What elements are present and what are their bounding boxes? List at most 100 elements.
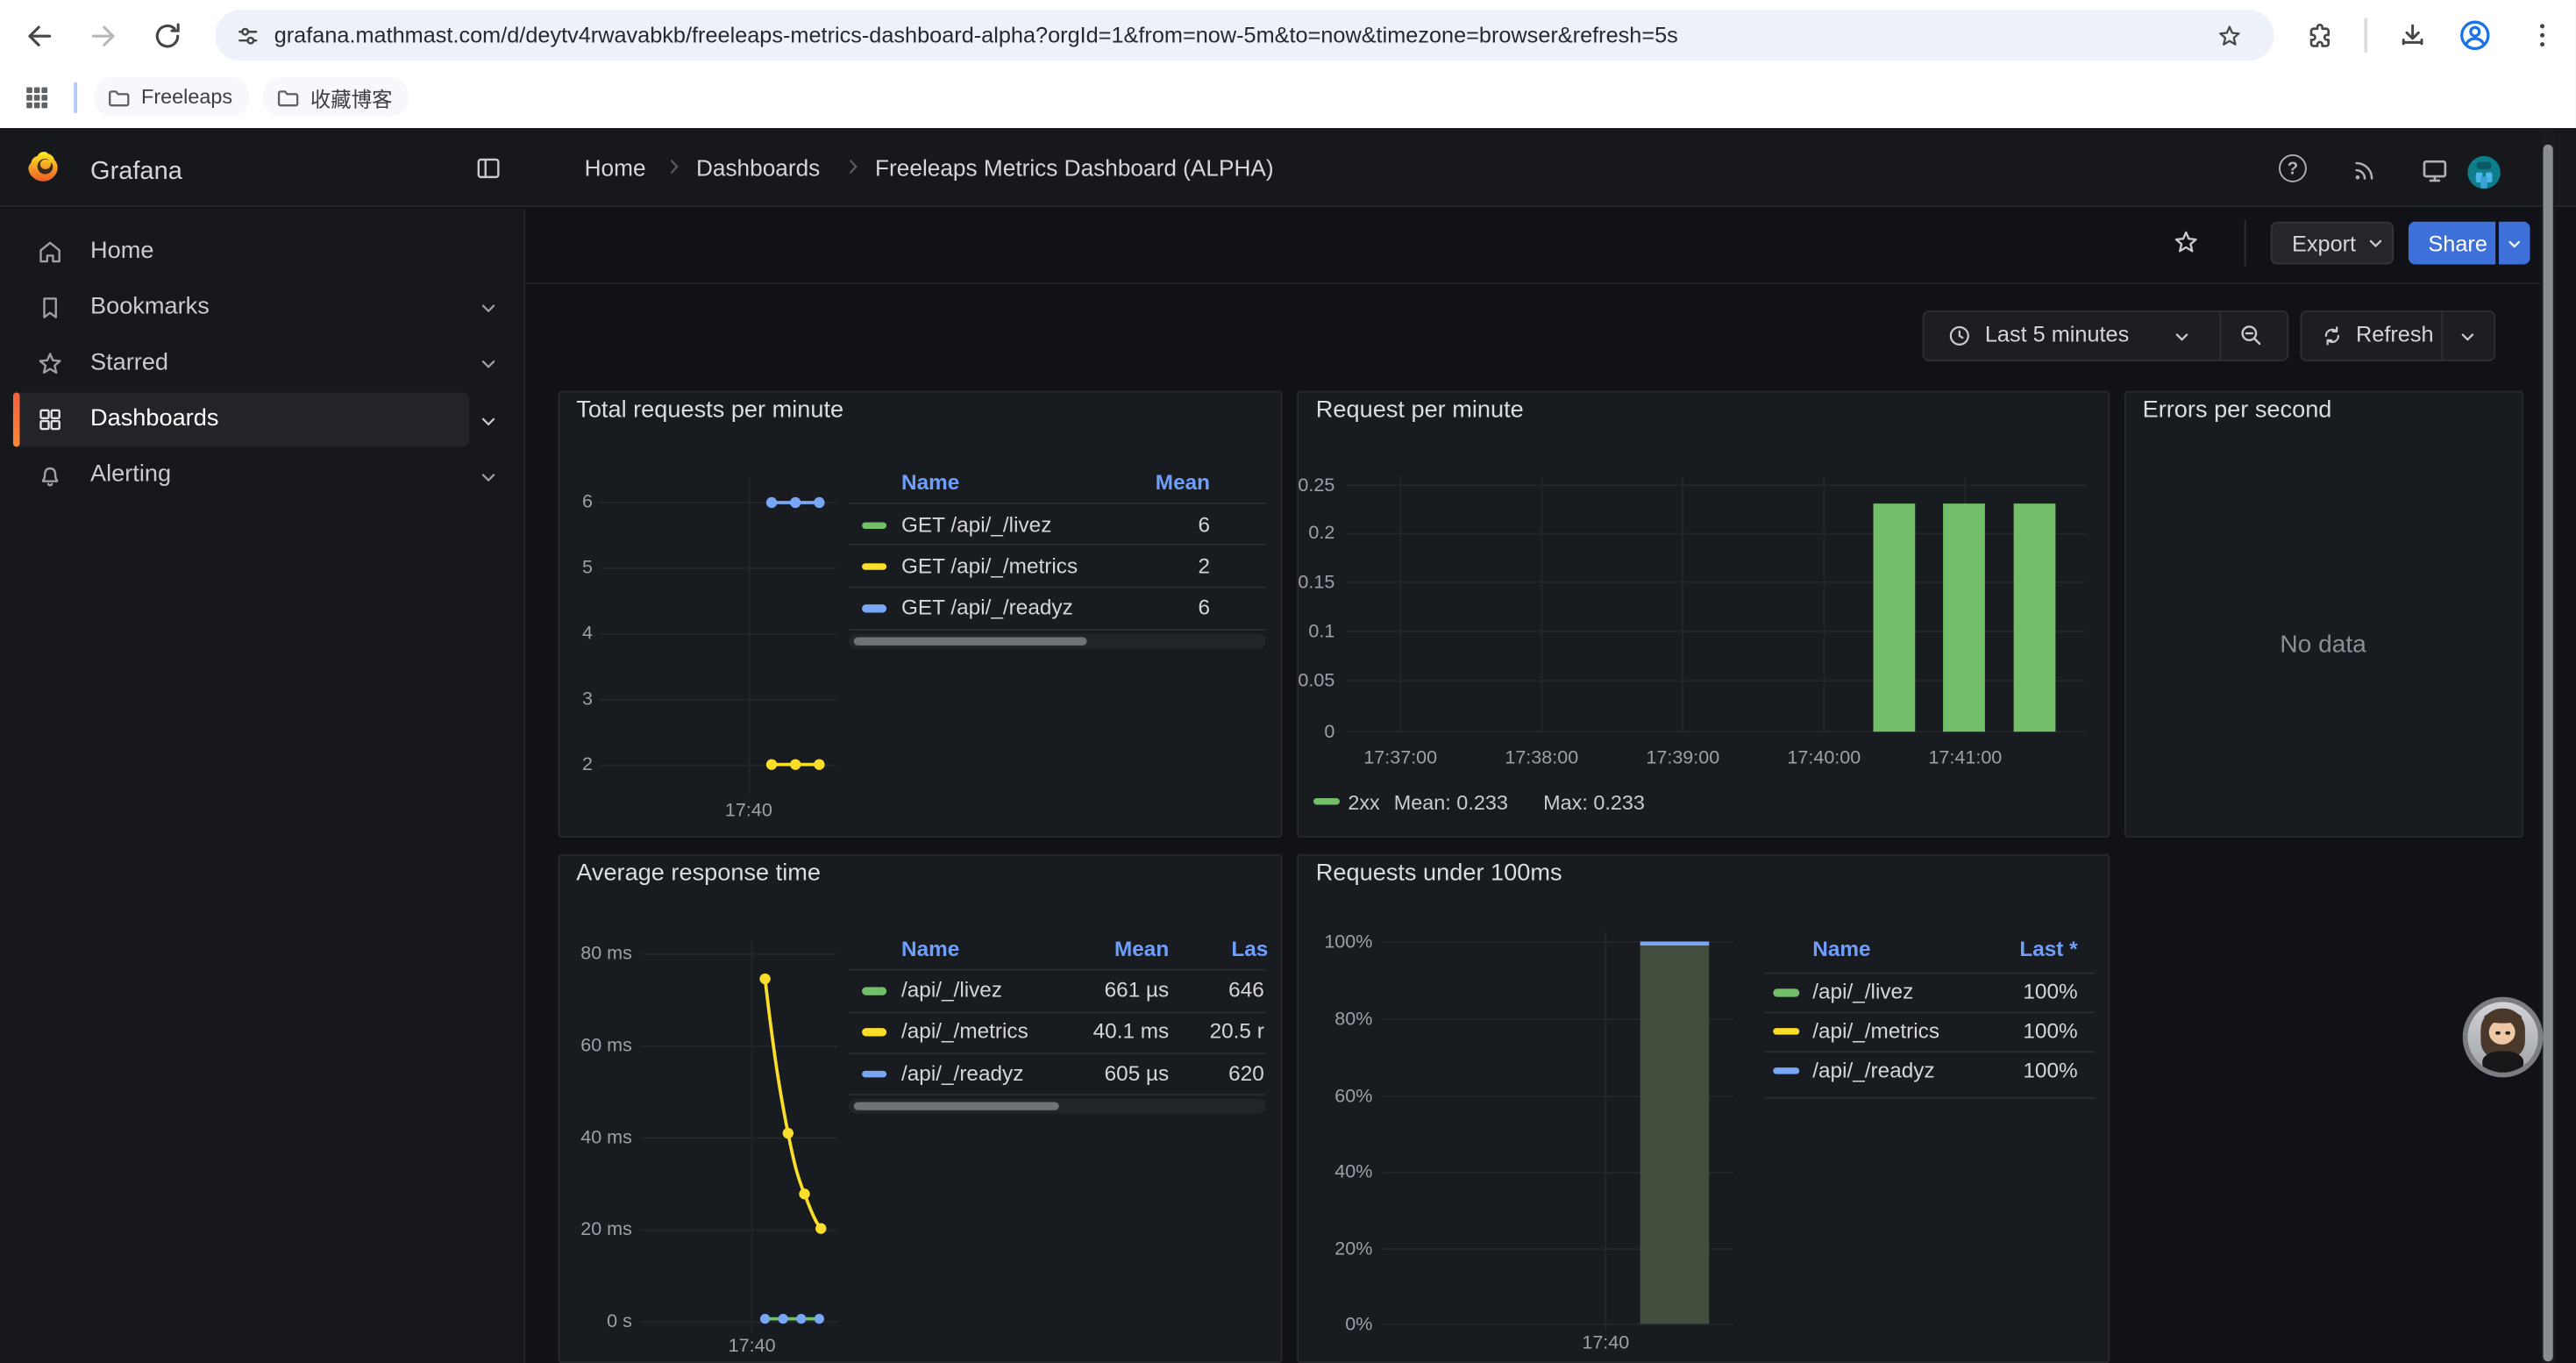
y-tick: 3 bbox=[534, 689, 593, 711]
refresh-label[interactable]: Refresh bbox=[2356, 322, 2434, 348]
y-tick: 5 bbox=[534, 557, 593, 580]
legend-series-name[interactable]: 2xx bbox=[1348, 789, 1379, 816]
panel-request-per-minute[interactable] bbox=[1297, 391, 2109, 838]
bookmark-star-icon[interactable] bbox=[2217, 22, 2243, 48]
legend-table-header-last[interactable]: Las bbox=[1231, 935, 1268, 961]
breadcrumb-current: Freeleaps Metrics Dashboard (ALPHA) bbox=[875, 153, 1274, 182]
downloads-icon[interactable] bbox=[2397, 19, 2429, 51]
x-tick: 17:40:00 bbox=[1767, 747, 1882, 770]
grafana-logo-icon[interactable] bbox=[26, 148, 62, 184]
chevron-down-icon[interactable] bbox=[478, 466, 499, 487]
series-mean: 2 bbox=[1063, 553, 1211, 579]
series-color-pill bbox=[861, 987, 886, 995]
sidebar-item-label: Alerting bbox=[90, 460, 171, 489]
sidebar-collapse-icon[interactable] bbox=[474, 153, 502, 182]
site-settings-tune-icon[interactable] bbox=[235, 22, 261, 48]
bookmark-folder-blogs[interactable]: 收藏博客 bbox=[263, 77, 409, 117]
y-tick: 40 ms bbox=[534, 1127, 632, 1150]
x-tick: 17:40 bbox=[1564, 1332, 1647, 1355]
apps-grid-icon[interactable] bbox=[23, 83, 51, 111]
legend-table-header-name[interactable]: Name bbox=[1812, 936, 1870, 962]
series-last: 620 bbox=[1116, 1060, 1264, 1087]
user-avatar[interactable] bbox=[2467, 156, 2500, 189]
browser-back-icon[interactable] bbox=[23, 19, 55, 52]
y-tick: 40% bbox=[1291, 1161, 1373, 1184]
legend-table-header-last[interactable]: Last * bbox=[1963, 936, 2078, 962]
assistant-avatar[interactable] bbox=[2466, 1001, 2537, 1072]
series-name[interactable]: /api/_/readyz bbox=[1812, 1057, 1934, 1083]
browser-forward-icon[interactable] bbox=[87, 19, 119, 52]
share-menu-button[interactable] bbox=[2498, 222, 2530, 265]
refresh-interval-chevron-icon[interactable] bbox=[2458, 327, 2477, 346]
subtoolbar-divider bbox=[524, 282, 2541, 283]
series-name[interactable]: GET /api/_/livez bbox=[901, 511, 1051, 538]
extensions-puzzle-icon[interactable] bbox=[2305, 20, 2335, 50]
series-name[interactable]: /api/_/metrics bbox=[1812, 1017, 1939, 1044]
series-name[interactable]: /api/_/livez bbox=[901, 977, 1002, 1003]
chevron-down-icon bbox=[2366, 233, 2385, 253]
share-button[interactable]: Share bbox=[2409, 222, 2495, 265]
y-tick: 100% bbox=[1291, 931, 1373, 953]
series-color-pill bbox=[861, 604, 886, 612]
series-name[interactable]: GET /api/_/metrics bbox=[901, 553, 1078, 579]
legend-scrollbar[interactable] bbox=[849, 633, 1265, 649]
monitor-icon[interactable] bbox=[2420, 156, 2450, 186]
refresh-icon[interactable] bbox=[2320, 323, 2345, 347]
favorite-star-icon[interactable] bbox=[2172, 228, 2200, 256]
breadcrumb-home[interactable]: Home bbox=[585, 153, 646, 182]
active-item-indicator bbox=[13, 392, 19, 446]
y-tick: 0% bbox=[1291, 1313, 1373, 1336]
browser-profile-avatar[interactable] bbox=[2458, 18, 2492, 53]
panel-requests-under-100ms[interactable] bbox=[1297, 854, 2109, 1363]
series-name[interactable]: /api/_/livez bbox=[1812, 979, 1913, 1005]
legend-scrollbar[interactable] bbox=[849, 1098, 1265, 1114]
bookmark-folder-freeleaps[interactable]: Freeleaps bbox=[94, 77, 249, 117]
legend-table-header-mean[interactable]: Mean bbox=[1021, 935, 1170, 961]
y-tick: 0.25 bbox=[1253, 474, 1335, 496]
panel-title[interactable]: Errors per second bbox=[2143, 396, 2332, 425]
panel-title[interactable]: Request per minute bbox=[1316, 396, 1524, 425]
avatar-face bbox=[2489, 1019, 2516, 1044]
panel-title[interactable]: Total requests per minute bbox=[576, 396, 843, 425]
toolbar-divider bbox=[2245, 220, 2246, 266]
browser-menu-kebab-icon[interactable] bbox=[2527, 19, 2558, 51]
url-text[interactable]: grafana.mathmast.com/d/deytv4rwavabkb/fr… bbox=[274, 12, 1678, 57]
zoom-out-icon[interactable] bbox=[2238, 322, 2264, 348]
series-name[interactable]: /api/_/readyz bbox=[901, 1060, 1023, 1087]
legend-table-header-name[interactable]: Name bbox=[901, 935, 959, 961]
grafana-header: Grafana Home Dashboards Freeleaps Metric… bbox=[0, 127, 2576, 206]
chevron-down-icon[interactable] bbox=[478, 297, 499, 318]
help-icon[interactable]: ? bbox=[2279, 154, 2307, 182]
panel-errors-per-second[interactable] bbox=[2124, 391, 2523, 838]
panel-title[interactable]: Average response time bbox=[576, 859, 821, 888]
series-last: 100% bbox=[1963, 1017, 2078, 1044]
no-data-message: No data bbox=[2224, 632, 2422, 658]
avatar-bangs bbox=[2483, 1011, 2521, 1023]
grafana-brand[interactable]: Grafana bbox=[90, 155, 182, 187]
time-range-label[interactable]: Last 5 minutes bbox=[1985, 322, 2129, 348]
legend-table-header-mean[interactable]: Mean bbox=[1063, 470, 1211, 496]
news-rss-icon[interactable] bbox=[2351, 157, 2377, 183]
series-name[interactable]: GET /api/_/readyz bbox=[901, 595, 1073, 621]
y-tick: 6 bbox=[534, 491, 593, 514]
y-tick: 0.2 bbox=[1253, 522, 1335, 545]
browser-reload-icon[interactable] bbox=[151, 19, 183, 52]
legend-table-header-name[interactable]: Name bbox=[901, 470, 959, 496]
scrollbar-thumb[interactable] bbox=[2544, 144, 2552, 1361]
page-scrollbar[interactable] bbox=[2542, 127, 2555, 1363]
y-tick: 20% bbox=[1291, 1238, 1373, 1260]
chevron-down-icon[interactable] bbox=[478, 410, 499, 431]
group-divider bbox=[2220, 311, 2222, 359]
series-color-pill bbox=[861, 522, 886, 530]
chevron-down-icon[interactable] bbox=[478, 353, 499, 375]
export-button[interactable]: Export bbox=[2271, 222, 2394, 265]
panel-title[interactable]: Requests under 100ms bbox=[1316, 859, 1562, 888]
x-tick: 17:40 bbox=[708, 800, 790, 823]
series-color-pill bbox=[861, 562, 886, 570]
screen: grafana.mathmast.com/d/deytv4rwavabkb/fr… bbox=[0, 0, 2576, 1363]
series-mean: 6 bbox=[1063, 595, 1211, 621]
folder-icon bbox=[107, 84, 132, 109]
series-name[interactable]: /api/_/metrics bbox=[901, 1018, 1028, 1045]
chevron-down-icon[interactable] bbox=[2172, 327, 2191, 346]
breadcrumb-dashboards[interactable]: Dashboards bbox=[696, 153, 820, 182]
